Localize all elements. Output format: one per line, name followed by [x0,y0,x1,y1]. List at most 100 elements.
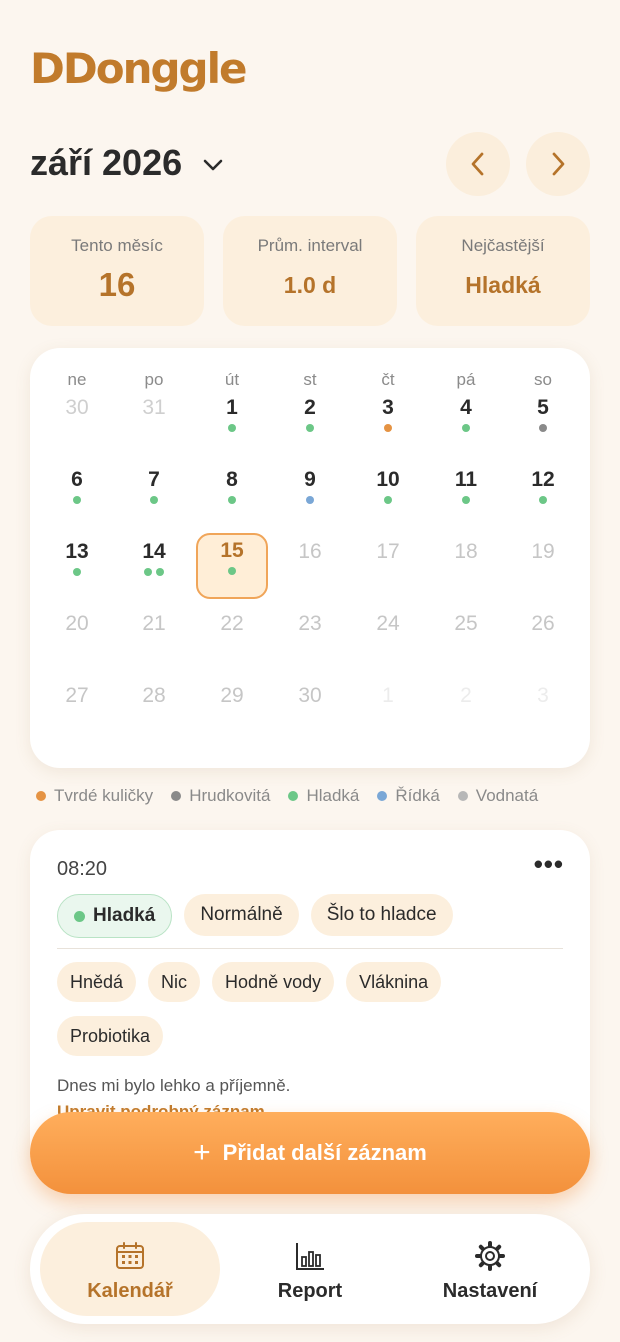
entry-dot [462,496,470,504]
entry-dot [73,568,81,576]
calendar-day[interactable]: 24 [352,606,424,674]
day-number: 23 [298,612,322,635]
tab-report[interactable]: Report [220,1222,400,1316]
next-month-button[interactable] [526,132,590,196]
legend-item: Řídká [377,786,440,806]
calendar-day[interactable]: 16 [274,534,346,602]
month-header: září 2026 [30,132,590,196]
tab-label: Nastavení [442,1280,538,1302]
entry-dots [430,424,502,432]
legend-label: Tvrdé kuličky [54,786,154,805]
entry-dots [352,496,424,504]
calendar-day[interactable]: 12 [507,462,579,530]
calendar-day[interactable]: 31 [118,390,190,458]
app-logo: DDonggle [30,44,247,93]
stat-value: Hladká [465,272,541,298]
stat-label: Prům. interval [257,236,363,255]
calendar-day[interactable]: 4 [430,390,502,458]
stat-value: 16 [98,266,136,303]
day-number: 13 [65,540,89,563]
legend-label: Hrudkovitá [189,786,271,805]
gear-icon [475,1241,505,1271]
calendar-day[interactable]: 2 [274,390,346,458]
entry-detail-chips-2: Probiotika [57,1016,164,1056]
calendar-day[interactable]: 21 [118,606,190,674]
calendar-day[interactable]: 14 [118,534,190,602]
calendar-day[interactable]: 6 [41,462,113,530]
stat-value: 1.0 d [283,272,337,298]
entry-dots [430,496,502,504]
calendar-day[interactable]: 19 [507,534,579,602]
calendar-day[interactable]: 30 [274,678,346,746]
stool-type-chip: Hladká [57,894,173,938]
day-number: 6 [71,468,83,491]
entry-card[interactable]: 08:20 ••• Hladká Normálně Šlo to hladce … [30,830,590,1160]
prev-month-button[interactable] [446,132,510,196]
calendar-day[interactable]: 3 [507,678,579,746]
calendar-day[interactable]: 1 [196,390,268,458]
entry-dot [73,496,81,504]
calendar-day[interactable]: 30 [41,390,113,458]
tag-chip: Šlo to hladce [310,894,453,936]
calendar-day[interactable]: 18 [430,534,502,602]
calendar-day[interactable]: 17 [352,534,424,602]
day-number: 5 [537,396,549,419]
day-number: 26 [531,612,555,635]
legend-dot [377,791,388,801]
day-number: 14 [142,540,166,563]
calendar-day[interactable]: 27 [41,678,113,746]
stool-type-label: Hladká [93,905,156,926]
calendar-day[interactable]: 11 [430,462,502,530]
weekday-label: so [534,370,552,389]
calendar-day[interactable]: 13 [41,534,113,602]
stat-label: Tento měsíc [71,236,163,255]
calendar-day[interactable]: 29 [196,678,268,746]
stat-card-most-frequent: Nejčastější Hladká [416,216,590,326]
calendar-day[interactable]: 23 [274,606,346,674]
tab-calendar[interactable]: Kalendář [40,1222,220,1316]
legend-dot [171,791,182,801]
calendar-day[interactable]: 25 [430,606,502,674]
entry-primary-chips: Hladká Normálně Šlo to hladce [57,894,453,938]
tag-chip: Vláknina [346,962,442,1002]
calendar-day[interactable]: 28 [118,678,190,746]
entry-dot [144,568,152,576]
calendar-day[interactable]: 22 [196,606,268,674]
chevron-right-icon [552,152,565,176]
calendar-day[interactable]: 5 [507,390,579,458]
entry-detail-chips: Hnědá Nic Hodně vody Vláknina [57,962,442,1002]
bottom-tab-bar: Kalendář Report Nastavení [30,1214,590,1324]
tag-chip: Hodně vody [212,962,335,1002]
calendar-day[interactable]: 3 [352,390,424,458]
month-selector[interactable]: září 2026 [30,142,223,184]
legend-dot [457,791,468,801]
calendar-day[interactable]: 7 [118,462,190,530]
divider [57,948,563,949]
tab-settings[interactable]: Nastavení [400,1222,580,1316]
calendar-day-today[interactable]: 15 [196,533,268,599]
weekday-label: po [144,370,164,389]
day-number: 20 [65,612,89,635]
weekday-label: st [303,370,317,389]
weekday-label: pá [456,370,476,389]
day-number: 3 [382,396,394,419]
calendar-day[interactable]: 2 [430,678,502,746]
calendar-day[interactable]: 20 [41,606,113,674]
add-entry-button[interactable]: + Přidat další záznam [30,1112,590,1194]
entry-note: Dnes mi bylo lehko a příjemně. [57,1076,291,1095]
chevron-left-icon [471,152,484,176]
more-options-icon[interactable]: ••• [534,851,564,877]
day-number: 31 [142,396,166,419]
entry-dots [196,496,268,504]
day-number: 2 [304,396,316,419]
calendar-day[interactable]: 8 [196,462,268,530]
entry-dot [384,496,392,504]
day-number: 16 [298,540,322,563]
entry-dots [118,568,190,576]
day-number: 19 [531,540,555,563]
calendar-day[interactable]: 26 [507,606,579,674]
legend-label: Vodnatá [475,786,539,805]
calendar-day[interactable]: 9 [274,462,346,530]
calendar-day[interactable]: 10 [352,462,424,530]
calendar-day[interactable]: 1 [352,678,424,746]
